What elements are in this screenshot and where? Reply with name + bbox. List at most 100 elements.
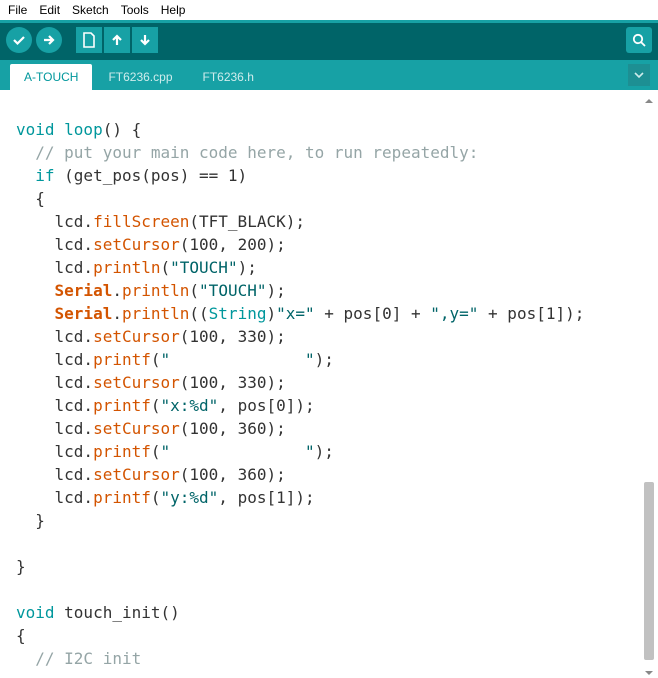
code-token: ",y=" (430, 304, 478, 323)
caret-down-icon (644, 668, 654, 678)
check-icon (12, 33, 26, 47)
code-token: println (122, 281, 189, 300)
code-token: , pos[0]); (218, 396, 314, 415)
tab-menu-button[interactable] (628, 64, 650, 86)
magnifier-icon (631, 32, 647, 48)
code-token: setCursor (93, 419, 180, 438)
code-token: Serial (55, 281, 113, 300)
menu-sketch[interactable]: Sketch (68, 2, 113, 18)
scroll-track[interactable] (642, 108, 656, 666)
code-token: Serial (55, 304, 113, 323)
menu-edit[interactable]: Edit (35, 2, 64, 18)
code-token: setCursor (93, 327, 180, 346)
code-token: lcd. (16, 465, 93, 484)
menu-tools[interactable]: Tools (117, 2, 153, 18)
code-token: lcd. (16, 212, 93, 231)
code-token: "x=" (276, 304, 315, 323)
code-token: (100, 360); (180, 419, 286, 438)
open-button[interactable] (104, 27, 130, 53)
code-token: void (16, 120, 55, 139)
code-token: . (112, 304, 122, 323)
new-button[interactable] (76, 27, 102, 53)
code-token: printf (93, 488, 151, 507)
code-token: void (16, 603, 55, 622)
scroll-down-button[interactable] (642, 666, 656, 678)
code-token: // put your main code here, to run repea… (16, 143, 478, 162)
vertical-scrollbar[interactable] (642, 94, 656, 678)
code-token: ); (315, 442, 334, 461)
code-token: loop (55, 120, 103, 139)
code-token: + pos[1]); (478, 304, 584, 323)
toolbar-accent (0, 20, 658, 23)
code-token: , pos[1]); (218, 488, 314, 507)
verify-button[interactable] (6, 27, 32, 53)
code-token: (TFT_BLACK); (189, 212, 305, 231)
code-token: } (16, 557, 26, 576)
code-token: ( (151, 488, 161, 507)
code-token: lcd. (16, 327, 93, 346)
code-token: lcd. (16, 396, 93, 415)
code-token: println (122, 304, 189, 323)
code-token: ); (315, 350, 334, 369)
code-token: " " (161, 442, 315, 461)
code-token: ( (151, 396, 161, 415)
tab-ft6236-h[interactable]: FT6236.h (189, 64, 268, 90)
code-token: { (16, 189, 45, 208)
code-token: "x:%d" (161, 396, 219, 415)
code-token: (100, 330); (180, 373, 286, 392)
code-token: (100, 330); (180, 327, 286, 346)
chevron-down-icon (634, 70, 644, 80)
code-token: lcd. (16, 419, 93, 438)
code-token: // I2C init (16, 649, 141, 668)
code-token: ); (238, 258, 257, 277)
code-token: fillScreen (93, 212, 189, 231)
serial-monitor-button[interactable] (626, 27, 652, 53)
code-token: ( (161, 258, 171, 277)
code-token (16, 281, 55, 300)
arrow-up-icon (110, 33, 124, 47)
code-token: lcd. (16, 488, 93, 507)
menu-file[interactable]: File (4, 2, 31, 18)
code-token: () { (103, 120, 142, 139)
code-token: setCursor (93, 373, 180, 392)
menu-help[interactable]: Help (157, 2, 190, 18)
code-token: touch_init() (55, 603, 180, 622)
tab-ft6236-cpp[interactable]: FT6236.cpp (94, 64, 186, 90)
code-token: { (16, 626, 26, 645)
code-token: "TOUCH" (170, 258, 237, 277)
code-token: "y:%d" (161, 488, 219, 507)
code-token: lcd. (16, 235, 93, 254)
code-token: printf (93, 350, 151, 369)
toolbar (0, 20, 658, 60)
code-token: String (209, 304, 267, 323)
code-token: if (35, 166, 54, 185)
code-token: . (112, 281, 122, 300)
code-token: setCursor (93, 465, 180, 484)
scroll-thumb[interactable] (644, 482, 654, 661)
code-token: lcd. (16, 373, 93, 392)
caret-up-icon (644, 96, 654, 106)
code-editor[interactable]: void loop() { // put your main code here… (0, 90, 658, 678)
upload-button[interactable] (36, 27, 62, 53)
code-token (16, 304, 55, 323)
tab-a-touch[interactable]: A-TOUCH (10, 64, 92, 90)
code-token: (100, 200); (180, 235, 286, 254)
code-token: ); (266, 281, 285, 300)
code-token: (get_pos(pos) == 1) (55, 166, 248, 185)
code-token: lcd. (16, 258, 93, 277)
code-token: ( (189, 281, 199, 300)
scroll-up-button[interactable] (642, 94, 656, 108)
arrow-down-icon (138, 33, 152, 47)
code-token: printf (93, 396, 151, 415)
code-token: lcd. (16, 350, 93, 369)
code-token: "TOUCH" (199, 281, 266, 300)
code-token: } (16, 511, 45, 530)
save-button[interactable] (132, 27, 158, 53)
code-token: setCursor (93, 235, 180, 254)
code-token: (100, 360); (180, 465, 286, 484)
file-icon (82, 32, 96, 48)
code-token: " " (161, 350, 315, 369)
code-token (16, 166, 35, 185)
arrow-right-icon (42, 33, 56, 47)
code-token: (( (189, 304, 208, 323)
